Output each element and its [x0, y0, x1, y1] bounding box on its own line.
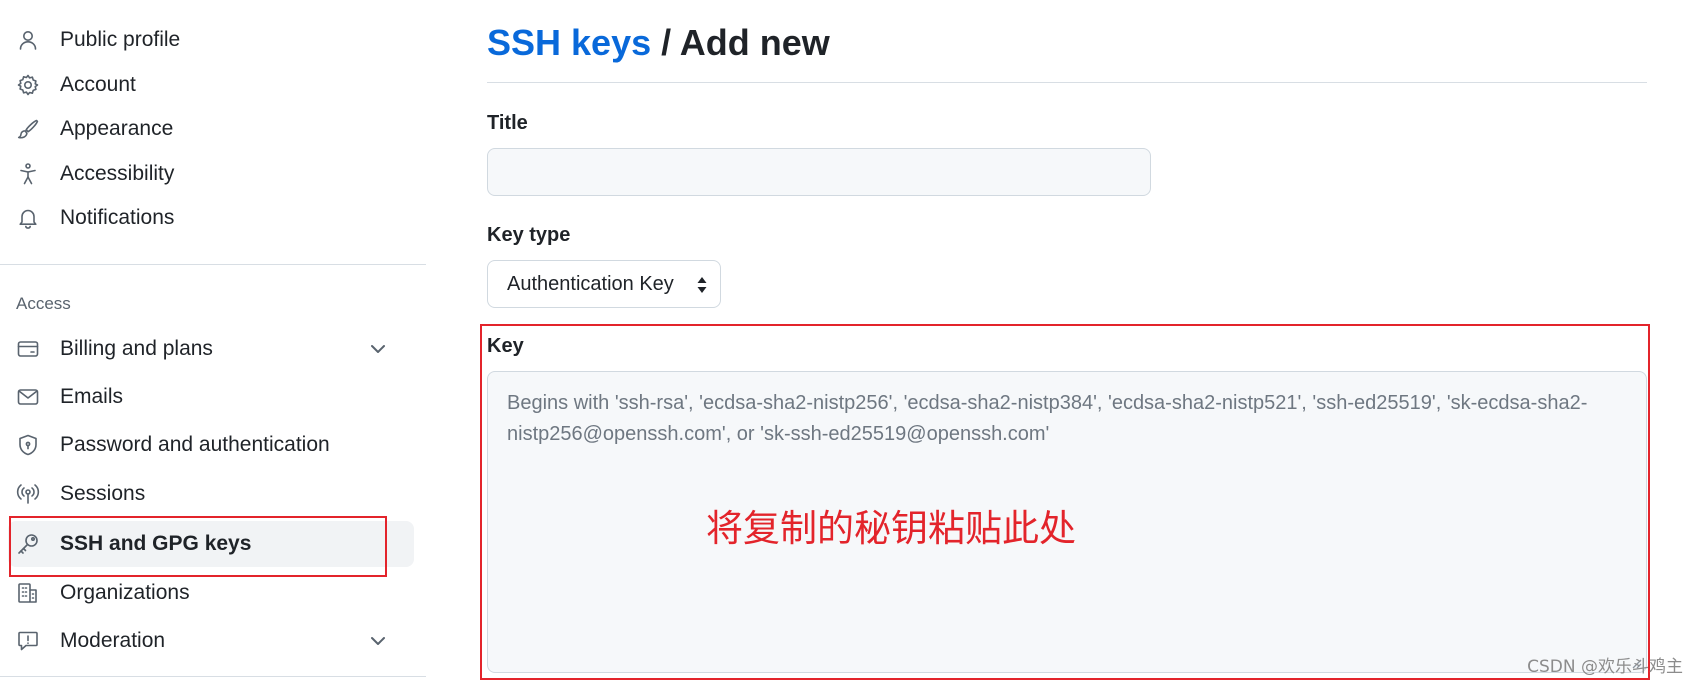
sidebar-item-label: Account — [60, 73, 136, 96]
sidebar-item-account[interactable]: Account — [8, 62, 414, 108]
paintbrush-icon — [16, 117, 40, 141]
sidebar-divider — [0, 676, 426, 677]
sidebar-item-label: Notifications — [60, 206, 175, 229]
page-title: SSH keys / Add new — [487, 22, 830, 64]
key-type-select[interactable]: Authentication Key — [487, 260, 721, 308]
watermark: CSDN @欢乐斗鸡主 — [1527, 657, 1683, 677]
chevron-down-icon[interactable] — [368, 339, 388, 359]
title-label: Title — [487, 112, 528, 134]
mail-icon — [16, 385, 40, 409]
report-icon — [16, 629, 40, 653]
sidebar-item-label: Password and authentication — [60, 433, 330, 456]
sidebar-item-public-profile[interactable]: Public profile — [8, 17, 414, 63]
breadcrumb-separator: / — [651, 22, 680, 63]
sidebar-item-notifications[interactable]: Notifications — [8, 195, 414, 241]
chevron-down-icon[interactable] — [368, 631, 388, 651]
title-input[interactable] — [487, 148, 1151, 196]
title-divider — [487, 82, 1647, 83]
sidebar-item-billing-and-plans[interactable]: Billing and plans — [8, 326, 414, 372]
sidebar-item-password-and-authentication[interactable]: Password and authentication — [8, 422, 414, 468]
gear-icon — [16, 73, 40, 97]
broadcast-icon — [16, 482, 40, 506]
sidebar-item-label: SSH and GPG keys — [60, 532, 252, 555]
key-type-label: Key type — [487, 224, 571, 246]
shield-lock-icon — [16, 433, 40, 457]
person-icon — [16, 28, 40, 52]
sidebar-item-ssh-and-gpg-keys[interactable]: SSH and GPG keys — [8, 521, 414, 567]
sidebar-item-accessibility[interactable]: Accessibility — [8, 151, 414, 197]
key-type-selected-value: Authentication Key — [507, 272, 674, 295]
key-icon — [16, 532, 40, 556]
sidebar-item-moderation[interactable]: Moderation — [8, 618, 414, 664]
sidebar-item-label: Organizations — [60, 581, 190, 604]
settings-sidebar: Public profile Account Appearance Access… — [0, 0, 426, 685]
sidebar-item-label: Public profile — [60, 28, 181, 51]
sidebar-item-emails[interactable]: Emails — [8, 374, 414, 420]
bell-icon — [16, 206, 40, 230]
sidebar-item-label: Sessions — [60, 482, 146, 505]
key-label: Key — [487, 335, 524, 357]
organization-icon — [16, 581, 40, 605]
sidebar-item-sessions[interactable]: Sessions — [8, 471, 414, 517]
credit-card-icon — [16, 337, 40, 361]
sidebar-section-heading-access: Access — [16, 294, 71, 313]
key-placeholder: Begins with 'ssh-rsa', 'ecdsa-sha2-nistp… — [507, 392, 1588, 445]
breadcrumb-ssh-keys-link[interactable]: SSH keys — [487, 22, 651, 63]
sidebar-item-label: Appearance — [60, 117, 174, 140]
sidebar-item-label: Emails — [60, 385, 124, 408]
sidebar-item-label: Moderation — [60, 629, 166, 652]
accessibility-icon — [16, 162, 40, 186]
sidebar-item-appearance[interactable]: Appearance — [8, 106, 414, 152]
select-arrows-icon — [696, 276, 708, 294]
sidebar-item-organizations[interactable]: Organizations — [8, 570, 414, 616]
sidebar-item-label: Billing and plans — [60, 337, 213, 360]
add-ssh-key-form: SSH keys / Add new Title Key type Authen… — [480, 0, 1650, 685]
key-textarea[interactable]: Begins with 'ssh-rsa', 'ecdsa-sha2-nistp… — [487, 371, 1647, 673]
sidebar-divider — [0, 264, 426, 265]
sidebar-item-label: Accessibility — [60, 162, 175, 185]
breadcrumb-current: Add new — [679, 22, 830, 63]
paste-key-annotation: 将复制的秘钥粘贴此处 — [706, 507, 1076, 550]
